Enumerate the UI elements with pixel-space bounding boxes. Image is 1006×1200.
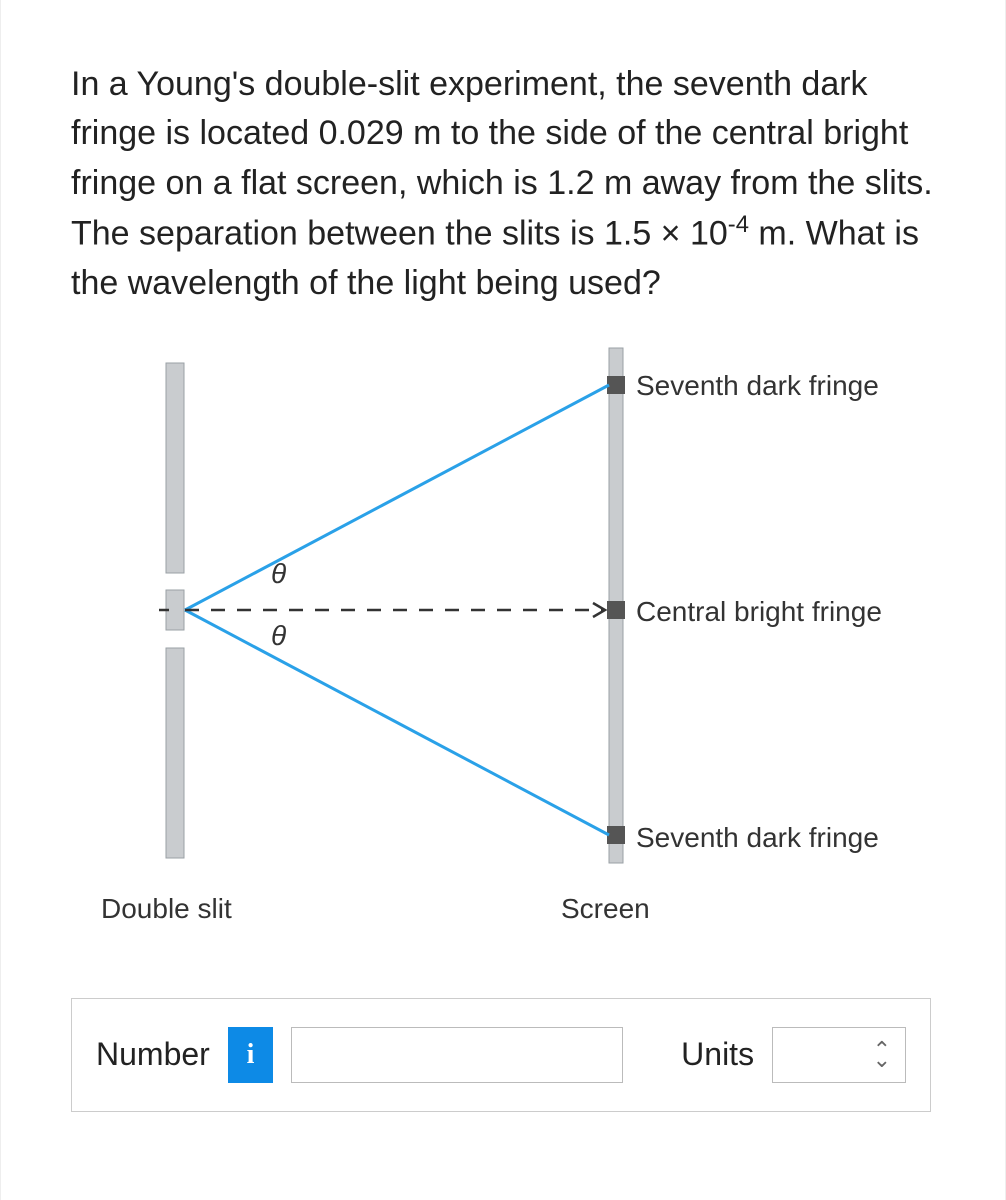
chevron-updown-icon: ⌃⌄: [873, 1045, 891, 1065]
question-page: In a Young's double-slit experiment, the…: [0, 0, 1006, 1200]
theta-label-top: θ: [271, 558, 286, 590]
label-screen: Screen: [561, 893, 650, 925]
slit-bar-bottom: [166, 648, 184, 858]
marker-top-fringe: [607, 376, 625, 394]
number-input[interactable]: [291, 1027, 623, 1083]
label-top-fringe: Seventh dark fringe: [636, 370, 879, 402]
slit-bar-top: [166, 363, 184, 573]
question-exponent: -4: [728, 211, 749, 238]
theta-label-bottom: θ: [271, 620, 286, 652]
answer-box: Number i Units ⌃⌄: [71, 998, 931, 1112]
marker-bottom-fringe: [607, 826, 625, 844]
number-label: Number: [96, 1036, 210, 1073]
central-arrowhead: [593, 603, 605, 617]
info-icon[interactable]: i: [228, 1027, 273, 1083]
label-central-fringe: Central bright fringe: [636, 596, 882, 628]
question-text: In a Young's double-slit experiment, the…: [71, 60, 945, 308]
marker-central-fringe: [607, 601, 625, 619]
units-label: Units: [681, 1036, 754, 1073]
ray-bottom: [185, 610, 609, 835]
label-bottom-fringe: Seventh dark fringe: [636, 822, 879, 854]
label-double-slit: Double slit: [101, 893, 232, 925]
units-select[interactable]: ⌃⌄: [772, 1027, 906, 1083]
diagram-svg: [81, 338, 941, 958]
ray-top: [185, 385, 609, 610]
experiment-diagram: θ θ Seventh dark fringe Central bright f…: [81, 338, 941, 958]
